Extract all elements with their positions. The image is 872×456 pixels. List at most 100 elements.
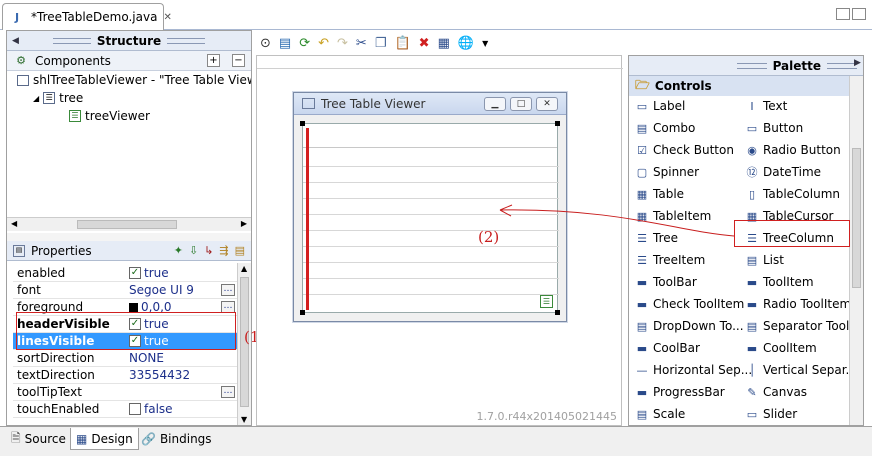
selection-handle[interactable] (555, 310, 560, 315)
scroll-thumb[interactable] (77, 220, 177, 229)
palette-item[interactable]: ▬ CoolBar (635, 338, 700, 358)
property-row[interactable]: enabled ✓ true (13, 265, 237, 282)
palette-item[interactable]: ▦ TableItem (635, 206, 712, 226)
delete-icon[interactable]: ✖ (419, 36, 430, 51)
palette-item-label: Table (653, 187, 685, 201)
palette-item[interactable]: ✎ Canvas (745, 382, 807, 402)
shell-window[interactable]: Tree Table Viewer ▁ □ ✕ ☰ (293, 92, 567, 322)
layout-icon[interactable]: ▦ (438, 36, 450, 51)
checkbox-unchecked[interactable] (129, 403, 141, 415)
maximize-button[interactable]: □ (510, 96, 532, 111)
palette-item[interactable]: ☰ TreeItem (635, 250, 705, 270)
collapse-all-icon[interactable]: − (232, 54, 245, 67)
palette-scrollbar[interactable] (849, 76, 863, 425)
palette-item[interactable]: ▭ Label (635, 96, 686, 116)
maximize-button[interactable] (852, 8, 866, 20)
palette-item[interactable]: Ι Text (745, 96, 787, 116)
scroll-left-icon[interactable]: ◀ (11, 219, 17, 228)
tab-bindings[interactable]: 🔗 Bindings (136, 428, 217, 450)
palette-item[interactable]: ⑫ DateTime (745, 162, 822, 182)
menu-icon[interactable]: ▤ (235, 244, 245, 257)
goto-definition-icon[interactable]: ⇩ (189, 244, 198, 257)
palette-item[interactable]: ▦ Table (635, 184, 684, 204)
expand-all-icon[interactable]: + (207, 54, 220, 67)
property-row[interactable]: font Segoe UI 9… (13, 282, 237, 299)
header-row (303, 124, 557, 148)
palette-item[interactable]: │ Vertical Separ... (745, 360, 857, 380)
palette-item[interactable]: ▤ Separator Tool... (745, 316, 861, 336)
palette-item[interactable]: ▬ Check ToolItem (635, 294, 745, 314)
tree-node-treeviewer[interactable]: ☰ treeViewer (7, 107, 251, 125)
property-value[interactable]: ✓ true (129, 266, 237, 280)
convert-local-icon[interactable]: ↳ (204, 244, 213, 257)
widget-icon: ▤ (636, 121, 648, 135)
palette-category[interactable]: 🗁 Controls (629, 76, 849, 96)
properties-title: Properties (31, 243, 92, 258)
palette-item-label: CoolBar (653, 341, 700, 355)
palette-item[interactable]: ◉ Radio Button (745, 140, 841, 160)
palette-item[interactable]: ▤ DropDown To... (635, 316, 744, 336)
close-button[interactable]: ✕ (536, 96, 558, 111)
scroll-thumb[interactable] (852, 148, 861, 288)
property-row[interactable]: textDirection 33554432 (13, 367, 237, 384)
scroll-down-icon[interactable]: ▼ (241, 415, 247, 424)
tab-design[interactable]: ▦ Design (70, 428, 139, 450)
preview-icon[interactable]: ▤ (279, 36, 291, 51)
tree-node-shell[interactable]: shlTreeTableViewer - "Tree Table View (7, 71, 251, 89)
palette-item[interactable]: ▭ Slider (745, 404, 797, 424)
editor-tab[interactable]: J *TreeTableDemo.java ✕ (2, 3, 172, 30)
copy-icon[interactable]: ❐ (375, 36, 387, 51)
property-row[interactable]: sortDirection NONE (13, 350, 237, 367)
refresh-icon[interactable]: ⟳ (299, 36, 310, 51)
chevron-down-icon[interactable]: ▼ (482, 39, 488, 48)
palette-item[interactable]: — Horizontal Sep... (635, 360, 753, 380)
property-value[interactable]: Segoe UI 9… (129, 283, 237, 297)
palette-item[interactable]: ▬ Radio ToolItem (745, 294, 851, 314)
redo-icon[interactable]: ↷ (337, 36, 348, 51)
palette-item[interactable]: ▬ ToolItem (745, 272, 814, 292)
cut-icon[interactable]: ✂ (356, 36, 367, 51)
palette-item[interactable]: ▢ Spinner (635, 162, 699, 182)
palette-item[interactable]: ▯ TableColumn (745, 184, 840, 204)
palette-item[interactable]: ▬ ToolBar (635, 272, 697, 292)
palette-item[interactable]: ▤ Scale (635, 404, 686, 424)
minimize-button[interactable]: ▁ (484, 96, 506, 111)
close-icon[interactable]: ✕ (163, 12, 171, 23)
collapse-left-icon[interactable]: ◀ (12, 36, 19, 46)
palette-item[interactable]: ▤ Combo (635, 118, 696, 138)
palette-item[interactable]: ☰ Tree (635, 228, 678, 248)
property-row[interactable]: touchEnabled false (13, 401, 237, 418)
palette-item[interactable]: ☑ Check Button (635, 140, 734, 160)
globe-icon[interactable]: 🌐 (458, 36, 474, 51)
property-row[interactable]: toolTipText … (13, 384, 237, 401)
test-ui-icon[interactable]: ⊙ (260, 36, 271, 51)
checkbox-checked[interactable]: ✓ (129, 267, 141, 279)
properties-icon: ▤ (13, 244, 25, 257)
widget-icon: ☑ (637, 143, 647, 157)
undo-icon[interactable]: ↶ (318, 36, 329, 51)
palette-item[interactable]: ▬ ProgressBar (635, 382, 725, 402)
scroll-up-icon[interactable]: ▲ (241, 264, 247, 273)
tab-source[interactable]: 🗎 Source (6, 428, 71, 450)
horizontal-scrollbar[interactable]: ◀ ▶ (7, 217, 251, 231)
show-events-icon[interactable]: ✦ (174, 244, 183, 257)
paste-icon[interactable]: 📋 (394, 36, 410, 51)
scroll-right-icon[interactable]: ▶ (241, 219, 247, 228)
property-value[interactable]: false (129, 402, 237, 416)
widget-icon: ▯ (748, 187, 756, 201)
palette-item[interactable]: ▤ List (745, 250, 784, 270)
selection-handle[interactable] (300, 310, 305, 315)
tree-widget[interactable]: ☰ (300, 121, 560, 315)
panel-splitter[interactable] (7, 233, 251, 241)
tree-node-tree[interactable]: ◢ ☰ tree (7, 89, 251, 107)
ellipsis-button[interactable]: … (221, 386, 235, 398)
palette-item[interactable]: ▬ CoolItem (745, 338, 817, 358)
property-value[interactable]: … (129, 386, 237, 398)
property-value[interactable]: NONE (129, 351, 237, 365)
palette-item[interactable]: ▭ Button (745, 118, 803, 138)
minimize-button[interactable] (836, 8, 850, 20)
property-value[interactable]: 33554432 (129, 368, 237, 382)
ellipsis-button[interactable]: … (221, 284, 235, 296)
advanced-icon[interactable]: ⇶ (219, 244, 228, 257)
palette-collapse-icon[interactable]: ▶ (854, 58, 861, 68)
